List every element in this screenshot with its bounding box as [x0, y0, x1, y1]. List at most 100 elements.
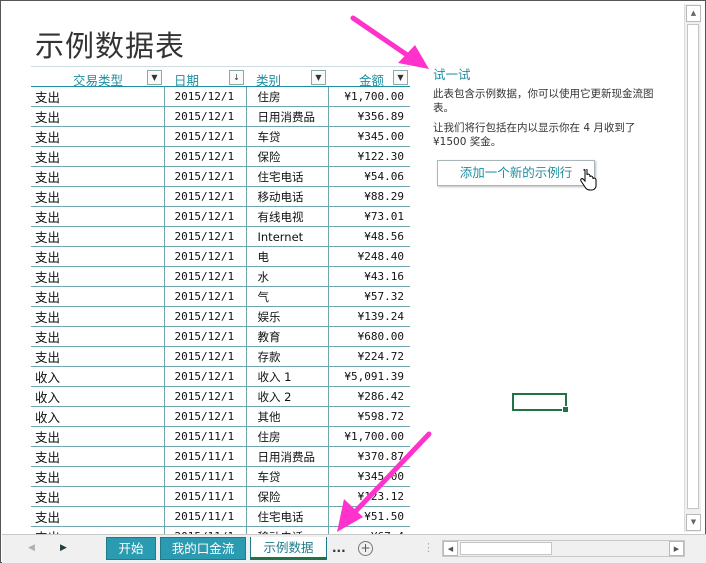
scroll-up-icon[interactable]: ▲ [686, 5, 701, 22]
scroll-down-icon[interactable]: ▼ [686, 514, 701, 531]
cell-transaction-type[interactable]: 收入 [31, 366, 165, 387]
more-sheets-button[interactable]: ... [332, 541, 346, 555]
splitter-handle[interactable]: ⋮ [423, 541, 434, 554]
cell-transaction-type[interactable]: 支出 [31, 446, 165, 467]
cell-transaction-type[interactable]: 支出 [31, 346, 165, 367]
cell-date[interactable]: 2015/12/1 [164, 286, 247, 307]
filter-dropdown-icon[interactable]: ▼ [147, 70, 162, 85]
cell-amount[interactable]: ¥43.16 [328, 266, 410, 287]
cell-category[interactable]: 收入 1 [246, 366, 329, 387]
cell-transaction-type[interactable]: 支出 [31, 246, 165, 267]
cell-transaction-type[interactable]: 支出 [31, 306, 165, 327]
cell-category[interactable]: 移动电话 [246, 186, 329, 207]
cell-category[interactable]: 气 [246, 286, 329, 307]
cell-category[interactable]: 保险 [246, 486, 329, 507]
cell-category[interactable]: 车贷 [246, 126, 329, 147]
cell-date[interactable]: 2015/12/1 [164, 226, 247, 247]
cell-amount[interactable]: ¥1,700.00 [328, 86, 410, 107]
cell-amount[interactable]: ¥224.72 [328, 346, 410, 367]
selected-cell[interactable] [512, 393, 569, 413]
cell-category[interactable]: Internet [246, 226, 329, 247]
cell-category[interactable]: 住房 [246, 426, 329, 447]
cell-date[interactable]: 2015/11/1 [164, 486, 247, 507]
cell-category[interactable]: 教育 [246, 326, 329, 347]
cell-category[interactable]: 电 [246, 246, 329, 267]
vertical-scroll-thumb[interactable] [687, 24, 699, 509]
cell-date[interactable]: 2015/12/1 [164, 246, 247, 267]
cell-transaction-type[interactable]: 支出 [31, 466, 165, 487]
cell-category[interactable]: 水 [246, 266, 329, 287]
next-sheet-icon[interactable]: ▶ [60, 543, 67, 553]
cell-transaction-type[interactable]: 支出 [31, 206, 165, 227]
cell-date[interactable]: 2015/12/1 [164, 406, 247, 427]
cell-amount[interactable]: ¥73.01 [328, 206, 410, 227]
cell-amount[interactable]: ¥370.87 [328, 446, 410, 467]
cell-date[interactable]: 2015/12/1 [164, 86, 247, 107]
previous-sheet-icon[interactable]: ◀ [28, 543, 35, 553]
cell-transaction-type[interactable]: 支出 [31, 126, 165, 147]
tab-my-cashflow[interactable]: 我的口金流 [160, 537, 246, 560]
add-sample-row-button[interactable]: 添加一个新的示例行 [437, 160, 595, 186]
tab-start[interactable]: 开始 [106, 537, 156, 560]
cell-category[interactable]: 日用消费品 [246, 446, 329, 467]
vertical-scrollbar[interactable]: ▲ ▼ [684, 4, 701, 532]
cell-amount[interactable]: ¥54.06 [328, 166, 410, 187]
cell-date[interactable]: 2015/12/1 [164, 126, 247, 147]
cell-amount[interactable]: ¥1,700.00 [328, 426, 410, 447]
cell-amount[interactable]: ¥598.72 [328, 406, 410, 427]
cell-transaction-type[interactable]: 支出 [31, 226, 165, 247]
cell-date[interactable]: 2015/11/1 [164, 446, 247, 467]
filter-dropdown-icon[interactable]: ▼ [393, 70, 408, 85]
cell-transaction-type[interactable]: 支出 [31, 426, 165, 447]
cell-amount[interactable]: ¥51.50 [328, 506, 410, 527]
cell-transaction-type[interactable]: 支出 [31, 486, 165, 507]
sort-descending-icon[interactable]: ↓ [229, 70, 244, 85]
cell-category[interactable]: 住房 [246, 86, 329, 107]
cell-transaction-type[interactable]: 支出 [31, 86, 165, 107]
tab-sample-data[interactable]: 示例数据 [250, 537, 327, 560]
cell-category[interactable]: 其他 [246, 406, 329, 427]
cell-category[interactable]: 收入 2 [246, 386, 329, 407]
cell-category[interactable]: 住宅电话 [246, 506, 329, 527]
cell-date[interactable]: 2015/11/1 [164, 466, 247, 487]
cell-transaction-type[interactable]: 收入 [31, 386, 165, 407]
cell-amount[interactable]: ¥57.32 [328, 286, 410, 307]
cell-category[interactable]: 保险 [246, 146, 329, 167]
cell-transaction-type[interactable]: 支出 [31, 186, 165, 207]
cell-date[interactable]: 2015/12/1 [164, 186, 247, 207]
cell-date[interactable]: 2015/12/1 [164, 346, 247, 367]
cell-amount[interactable]: ¥345.00 [328, 466, 410, 487]
cell-transaction-type[interactable]: 支出 [31, 166, 165, 187]
cell-category[interactable]: 住宅电话 [246, 166, 329, 187]
cell-date[interactable]: 2015/12/1 [164, 266, 247, 287]
cell-date[interactable]: 2015/11/1 [164, 506, 247, 527]
cell-date[interactable]: 2015/12/1 [164, 306, 247, 327]
cell-amount[interactable]: ¥48.56 [328, 226, 410, 247]
cell-amount[interactable]: ¥248.40 [328, 246, 410, 267]
cell-amount[interactable]: ¥356.89 [328, 106, 410, 127]
cell-amount[interactable]: ¥5,091.39 [328, 366, 410, 387]
cell-date[interactable]: 2015/12/1 [164, 146, 247, 167]
cell-transaction-type[interactable]: 支出 [31, 326, 165, 347]
cell-date[interactable]: 2015/12/1 [164, 326, 247, 347]
scroll-right-icon[interactable]: ▶ [669, 541, 684, 556]
horizontal-scrollbar[interactable]: ◀ ▶ [442, 540, 685, 557]
cell-transaction-type[interactable]: 支出 [31, 506, 165, 527]
cell-category[interactable]: 日用消费品 [246, 106, 329, 127]
cell-date[interactable]: 2015/11/1 [164, 426, 247, 447]
cell-transaction-type[interactable]: 支出 [31, 106, 165, 127]
cell-date[interactable]: 2015/12/1 [164, 366, 247, 387]
cell-date[interactable]: 2015/12/1 [164, 386, 247, 407]
horizontal-scroll-thumb[interactable] [460, 542, 552, 555]
filter-dropdown-icon[interactable]: ▼ [311, 70, 326, 85]
add-sheet-icon[interactable]: + [358, 541, 373, 556]
cell-amount[interactable]: ¥122.30 [328, 146, 410, 167]
cell-amount[interactable]: ¥286.42 [328, 386, 410, 407]
cell-amount[interactable]: ¥139.24 [328, 306, 410, 327]
cell-date[interactable]: 2015/12/1 [164, 206, 247, 227]
cell-transaction-type[interactable]: 支出 [31, 286, 165, 307]
scroll-left-icon[interactable]: ◀ [443, 541, 458, 556]
cell-category[interactable]: 车贷 [246, 466, 329, 487]
cell-amount[interactable]: ¥123.12 [328, 486, 410, 507]
cell-category[interactable]: 娱乐 [246, 306, 329, 327]
